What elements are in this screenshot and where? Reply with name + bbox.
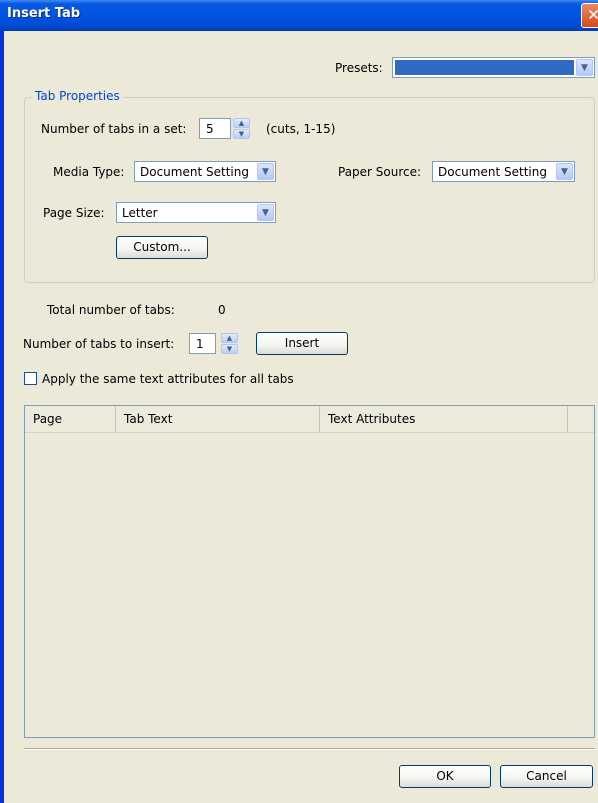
media-type-value: Document Setting	[140, 165, 249, 179]
spin-down-icon[interactable]: ▼	[233, 129, 250, 139]
chevron-down-icon[interactable]: ▼	[257, 204, 274, 221]
close-icon[interactable]: ✕	[581, 3, 598, 28]
title-bar[interactable]: Insert Tab ✕	[0, 0, 598, 31]
spin-up-icon[interactable]: ▲	[221, 333, 238, 343]
presets-label: Presets:	[335, 61, 383, 75]
tabs-to-insert-label: Number of tabs to insert:	[23, 337, 175, 351]
presets-selection-highlight	[395, 60, 574, 75]
chevron-down-icon[interactable]: ▼	[556, 163, 573, 180]
window-frame-left	[0, 31, 4, 803]
custom-button[interactable]: Custom...	[116, 236, 208, 259]
tabs-to-insert-value: 1	[196, 337, 204, 351]
paper-source-dropdown[interactable]: Document Setting ▼	[432, 161, 575, 182]
tabs-to-insert-input[interactable]: 1	[189, 333, 216, 354]
spin-up-icon[interactable]: ▲	[233, 118, 250, 128]
total-tabs-value: 0	[218, 303, 226, 317]
page-size-label: Page Size:	[43, 206, 105, 220]
paper-source-label: Paper Source:	[338, 165, 422, 179]
apply-same-label: Apply the same text attributes for all t…	[42, 372, 294, 386]
cancel-button[interactable]: Cancel	[500, 765, 593, 788]
total-tabs-label: Total number of tabs:	[47, 303, 175, 317]
window-title: Insert Tab	[7, 6, 81, 21]
tabs-to-insert-spinner[interactable]: ▲ ▼	[221, 333, 238, 354]
insert-tab-dialog: Insert Tab ✕ Presets: ▼ Tab Properties N…	[0, 0, 598, 803]
paper-source-value: Document Setting	[438, 165, 547, 179]
page-size-dropdown[interactable]: Letter ▼	[116, 202, 276, 223]
ok-button[interactable]: OK	[399, 765, 491, 788]
insert-button[interactable]: Insert	[256, 332, 348, 355]
footer-divider	[24, 748, 595, 750]
column-header-text-attributes[interactable]: Text Attributes	[320, 406, 568, 432]
spin-down-icon[interactable]: ▼	[221, 344, 238, 354]
page-size-value: Letter	[122, 206, 158, 220]
presets-dropdown[interactable]: ▼	[392, 57, 595, 78]
tabs-in-set-value: 5	[206, 122, 214, 136]
media-type-dropdown[interactable]: Document Setting ▼	[134, 161, 276, 182]
tabs-in-set-label: Number of tabs in a set:	[41, 122, 187, 136]
tabs-in-set-spinner[interactable]: ▲ ▼	[233, 118, 250, 139]
table-header: Page Tab Text Text Attributes	[25, 406, 594, 433]
tabs-table[interactable]: Page Tab Text Text Attributes	[24, 405, 595, 738]
tab-properties-legend: Tab Properties	[32, 89, 123, 103]
column-header-tab-text[interactable]: Tab Text	[116, 406, 320, 432]
media-type-label: Media Type:	[53, 165, 125, 179]
column-header-page[interactable]: Page	[25, 406, 116, 432]
chevron-down-icon[interactable]: ▼	[257, 163, 274, 180]
apply-same-checkbox[interactable]	[24, 372, 37, 385]
tabs-in-set-hint: (cuts, 1-15)	[266, 122, 336, 136]
tabs-in-set-input[interactable]: 5	[199, 118, 231, 139]
chevron-down-icon[interactable]: ▼	[576, 59, 593, 76]
